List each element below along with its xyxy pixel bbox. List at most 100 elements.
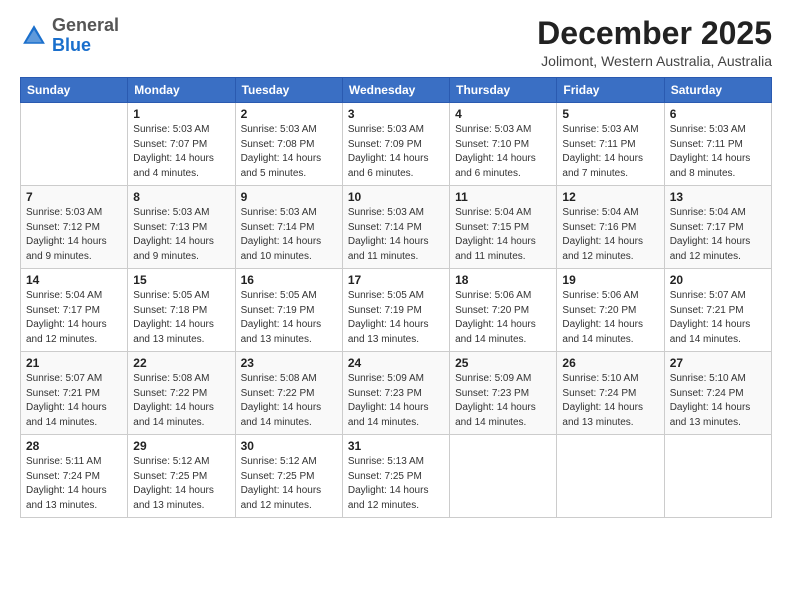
- day-info: Sunrise: 5:03 AMSunset: 7:07 PMDaylight:…: [133, 123, 229, 181]
- day-info: Sunrise: 5:05 AMSunset: 7:18 PMDaylight:…: [133, 289, 229, 347]
- table-row: 5 Sunrise: 5:03 AMSunset: 7:11 PMDaylight…: [557, 103, 664, 186]
- day-number: 31: [348, 439, 444, 453]
- day-info: Sunrise: 5:09 AMSunset: 7:23 PMDaylight:…: [455, 372, 551, 430]
- day-number: 27: [670, 356, 766, 370]
- day-number: 21: [26, 356, 122, 370]
- day-info: Sunrise: 5:09 AMSunset: 7:23 PMDaylight:…: [348, 372, 444, 430]
- table-row: 31 Sunrise: 5:13 AMSunset: 7:25 PMDayligh…: [342, 435, 449, 518]
- header-sunday: Sunday: [21, 78, 128, 103]
- day-info: Sunrise: 5:11 AMSunset: 7:24 PMDaylight:…: [26, 455, 122, 513]
- day-info: Sunrise: 5:06 AMSunset: 7:20 PMDaylight:…: [562, 289, 658, 347]
- table-row: 6 Sunrise: 5:03 AMSunset: 7:11 PMDaylight…: [664, 103, 771, 186]
- calendar-week-row: 14Sunrise: 5:04 AMSunset: 7:17 PMDayligh…: [21, 269, 772, 352]
- day-number: 29: [133, 439, 229, 453]
- header-monday: Monday: [128, 78, 235, 103]
- day-info: Sunrise: 5:08 AMSunset: 7:22 PMDaylight:…: [133, 372, 229, 430]
- day-info: Sunrise: 5:03 AMSunset: 7:13 PMDaylight:…: [133, 206, 229, 264]
- day-number: 30: [241, 439, 337, 453]
- table-row: 27 Sunrise: 5:10 AMSunset: 7:24 PMDayligh…: [664, 352, 771, 435]
- page: General Blue December 2025 Jolimont, Wes…: [0, 0, 792, 612]
- day-info: Sunrise: 5:04 AMSunset: 7:15 PMDaylight:…: [455, 206, 551, 264]
- logo-icon: [20, 22, 48, 50]
- table-row: 17 Sunrise: 5:05 AMSunset: 7:19 PMDayligh…: [342, 269, 449, 352]
- header-friday: Friday: [557, 78, 664, 103]
- day-number: 22: [133, 356, 229, 370]
- header-tuesday: Tuesday: [235, 78, 342, 103]
- day-info: Sunrise: 5:08 AMSunset: 7:22 PMDaylight:…: [241, 372, 337, 430]
- day-number: 7: [26, 190, 122, 204]
- logo: General Blue: [20, 16, 119, 56]
- day-info: Sunrise: 5:04 AMSunset: 7:17 PMDaylight:…: [26, 289, 122, 347]
- day-info: Sunrise: 5:10 AMSunset: 7:24 PMDaylight:…: [670, 372, 766, 430]
- day-info: Sunrise: 5:03 AMSunset: 7:12 PMDaylight:…: [26, 206, 122, 264]
- day-number: 10: [348, 190, 444, 204]
- day-info: Sunrise: 5:03 AMSunset: 7:11 PMDaylight:…: [670, 123, 766, 181]
- day-number: 28: [26, 439, 122, 453]
- day-number: 1: [133, 107, 229, 121]
- day-info: Sunrise: 5:03 AMSunset: 7:10 PMDaylight:…: [455, 123, 551, 181]
- header-wednesday: Wednesday: [342, 78, 449, 103]
- day-number: 24: [348, 356, 444, 370]
- day-info: Sunrise: 5:04 AMSunset: 7:17 PMDaylight:…: [670, 206, 766, 264]
- day-number: 2: [241, 107, 337, 121]
- day-number: 3: [348, 107, 444, 121]
- day-info: Sunrise: 5:12 AMSunset: 7:25 PMDaylight:…: [133, 455, 229, 513]
- table-row: [450, 435, 557, 518]
- table-row: 21 Sunrise: 5:07 AMSunset: 7:21 PMDayligh…: [21, 352, 128, 435]
- day-info: Sunrise: 5:06 AMSunset: 7:20 PMDaylight:…: [455, 289, 551, 347]
- table-row: [664, 435, 771, 518]
- day-info: Sunrise: 5:03 AMSunset: 7:14 PMDaylight:…: [348, 206, 444, 264]
- table-row: 2 Sunrise: 5:03 AMSunset: 7:08 PMDaylight…: [235, 103, 342, 186]
- day-info: Sunrise: 5:07 AMSunset: 7:21 PMDaylight:…: [670, 289, 766, 347]
- day-number: 17: [348, 273, 444, 287]
- table-row: 23 Sunrise: 5:08 AMSunset: 7:22 PMDayligh…: [235, 352, 342, 435]
- logo-general-text: General: [52, 15, 119, 35]
- day-number: 16: [241, 273, 337, 287]
- table-row: 7 Sunrise: 5:03 AMSunset: 7:12 PMDaylight…: [21, 186, 128, 269]
- table-row: 12Sunrise: 5:04 AMSunset: 7:16 PMDayligh…: [557, 186, 664, 269]
- logo-blue-text: Blue: [52, 35, 91, 55]
- day-info: Sunrise: 5:03 AMSunset: 7:14 PMDaylight:…: [241, 206, 337, 264]
- table-row: 14Sunrise: 5:04 AMSunset: 7:17 PMDayligh…: [21, 269, 128, 352]
- header: General Blue December 2025 Jolimont, Wes…: [20, 16, 772, 69]
- table-row: 24 Sunrise: 5:09 AMSunset: 7:23 PMDayligh…: [342, 352, 449, 435]
- day-number: 8: [133, 190, 229, 204]
- day-number: 23: [241, 356, 337, 370]
- table-row: 20 Sunrise: 5:07 AMSunset: 7:21 PMDayligh…: [664, 269, 771, 352]
- table-row: 1 Sunrise: 5:03 AMSunset: 7:07 PMDaylight…: [128, 103, 235, 186]
- table-row: 29 Sunrise: 5:12 AMSunset: 7:25 PMDayligh…: [128, 435, 235, 518]
- table-row: 18 Sunrise: 5:06 AMSunset: 7:20 PMDayligh…: [450, 269, 557, 352]
- day-number: 11: [455, 190, 551, 204]
- day-info: Sunrise: 5:03 AMSunset: 7:08 PMDaylight:…: [241, 123, 337, 181]
- day-number: 9: [241, 190, 337, 204]
- calendar-week-row: 21 Sunrise: 5:07 AMSunset: 7:21 PMDayligh…: [21, 352, 772, 435]
- calendar-header-row: Sunday Monday Tuesday Wednesday Thursday…: [21, 78, 772, 103]
- day-number: 19: [562, 273, 658, 287]
- day-number: 4: [455, 107, 551, 121]
- calendar-week-row: 1 Sunrise: 5:03 AMSunset: 7:07 PMDaylight…: [21, 103, 772, 186]
- day-info: Sunrise: 5:04 AMSunset: 7:16 PMDaylight:…: [562, 206, 658, 264]
- day-number: 6: [670, 107, 766, 121]
- title-block: December 2025 Jolimont, Western Australi…: [537, 16, 772, 69]
- table-row: 8 Sunrise: 5:03 AMSunset: 7:13 PMDaylight…: [128, 186, 235, 269]
- table-row: 22 Sunrise: 5:08 AMSunset: 7:22 PMDayligh…: [128, 352, 235, 435]
- day-number: 5: [562, 107, 658, 121]
- day-info: Sunrise: 5:07 AMSunset: 7:21 PMDaylight:…: [26, 372, 122, 430]
- day-number: 13: [670, 190, 766, 204]
- table-row: [21, 103, 128, 186]
- table-row: 30Sunrise: 5:12 AMSunset: 7:25 PMDayligh…: [235, 435, 342, 518]
- table-row: 25 Sunrise: 5:09 AMSunset: 7:23 PMDayligh…: [450, 352, 557, 435]
- table-row: 3Sunrise: 5:03 AMSunset: 7:09 PMDaylight…: [342, 103, 449, 186]
- day-info: Sunrise: 5:13 AMSunset: 7:25 PMDaylight:…: [348, 455, 444, 513]
- calendar-week-row: 28 Sunrise: 5:11 AMSunset: 7:24 PMDayligh…: [21, 435, 772, 518]
- day-number: 20: [670, 273, 766, 287]
- calendar-title: December 2025: [537, 16, 772, 51]
- day-number: 18: [455, 273, 551, 287]
- day-info: Sunrise: 5:03 AMSunset: 7:11 PMDaylight:…: [562, 123, 658, 181]
- calendar-week-row: 7 Sunrise: 5:03 AMSunset: 7:12 PMDaylight…: [21, 186, 772, 269]
- day-info: Sunrise: 5:05 AMSunset: 7:19 PMDaylight:…: [241, 289, 337, 347]
- header-thursday: Thursday: [450, 78, 557, 103]
- day-number: 25: [455, 356, 551, 370]
- day-number: 15: [133, 273, 229, 287]
- day-info: Sunrise: 5:05 AMSunset: 7:19 PMDaylight:…: [348, 289, 444, 347]
